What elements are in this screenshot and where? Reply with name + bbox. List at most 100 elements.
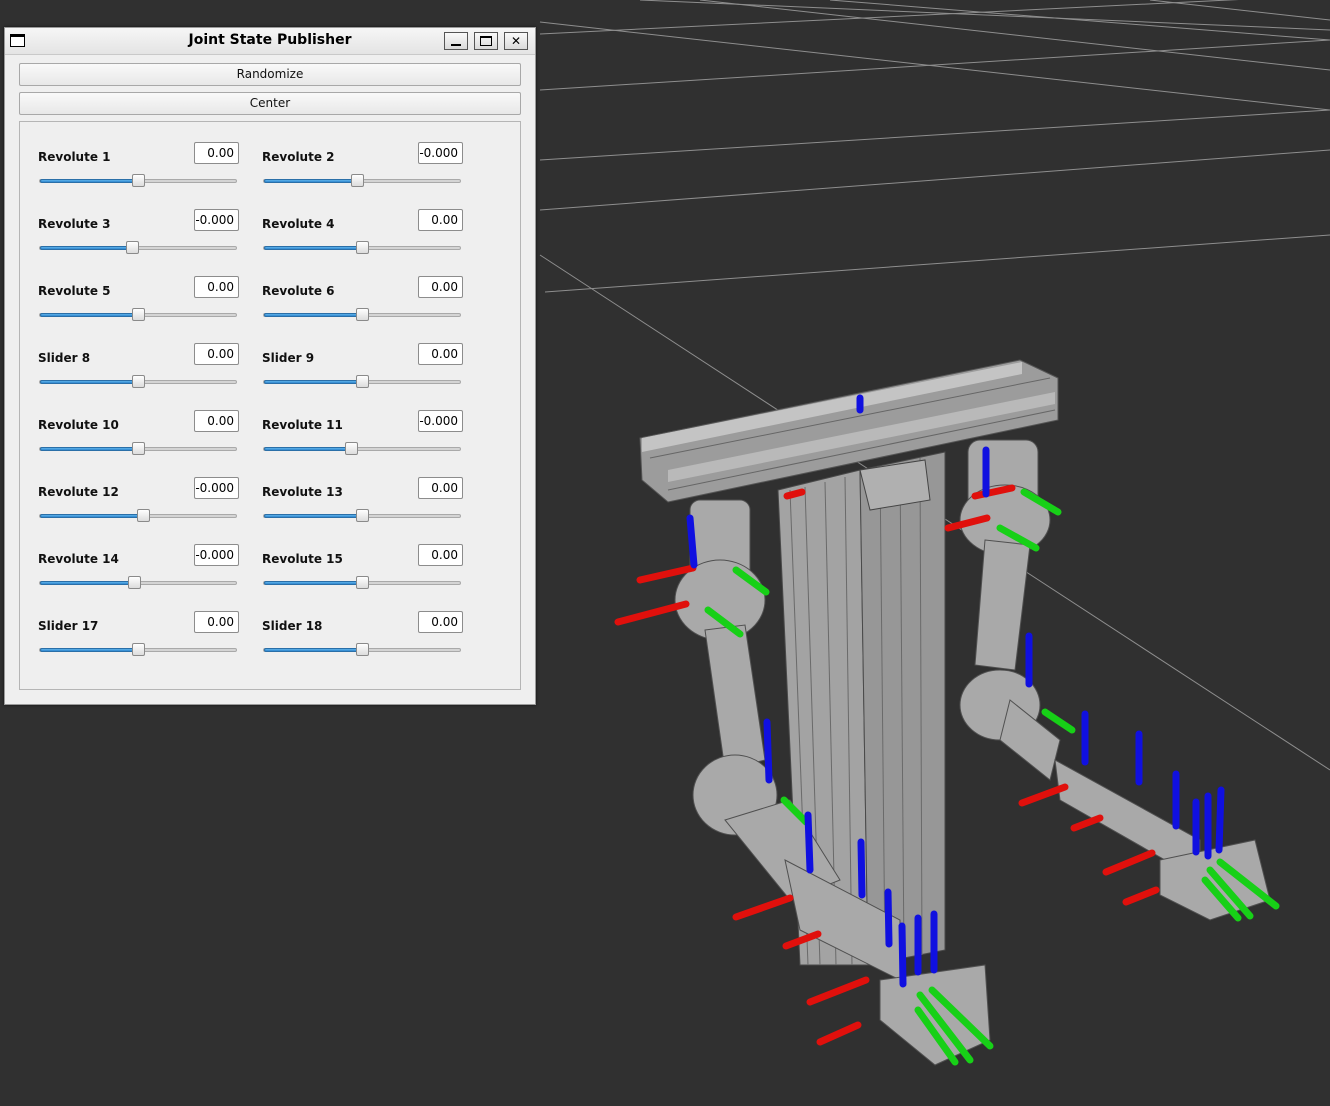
joint-slider[interactable] [38, 509, 238, 523]
joint-label: Revolute 5 [38, 284, 111, 298]
joint-slider[interactable] [38, 308, 238, 322]
slider-handle[interactable] [132, 442, 145, 455]
joint-value-field[interactable]: 0.00 [194, 276, 239, 298]
joint-value-field[interactable]: 0.00 [418, 477, 463, 499]
joint-slider[interactable] [38, 643, 238, 657]
joint-value-field[interactable]: -0.000 [194, 209, 239, 231]
joint-label: Slider 9 [262, 351, 315, 365]
joint-state-publisher-window: Joint State Publisher ✕ Randomize Center… [4, 27, 536, 705]
slider-handle[interactable] [132, 174, 145, 187]
joint-label: Revolute 14 [38, 552, 119, 566]
slider-fill [264, 179, 358, 183]
joint-slider[interactable] [38, 241, 238, 255]
joint-value-field[interactable]: 0.00 [194, 142, 239, 164]
slider-handle[interactable] [132, 375, 145, 388]
minimize-icon [451, 44, 461, 46]
joint-label: Revolute 3 [38, 217, 111, 231]
joint-label: Slider 17 [38, 619, 99, 633]
center-button[interactable]: Center [19, 92, 521, 115]
joint-label: Revolute 1 [38, 150, 111, 164]
joint-value-field[interactable]: 0.00 [418, 209, 463, 231]
joint-slider[interactable] [262, 375, 462, 389]
joint-label: Revolute 6 [262, 284, 335, 298]
joint-slider[interactable] [38, 375, 238, 389]
joint-slider[interactable] [262, 442, 462, 456]
joint-value-field[interactable]: 0.00 [194, 343, 239, 365]
slider-handle[interactable] [356, 241, 369, 254]
joint-slider[interactable] [262, 643, 462, 657]
slider-fill [264, 447, 352, 451]
slider-fill [40, 514, 144, 518]
joint-control-2: Revolute 2 -0.000 [262, 142, 463, 202]
slider-fill [264, 380, 363, 384]
joint-label: Revolute 11 [262, 418, 343, 432]
joint-control-9: Revolute 10 0.00 [38, 410, 239, 470]
joint-control-12: Revolute 13 0.00 [262, 477, 463, 537]
joint-slider[interactable] [262, 241, 462, 255]
joint-value-field[interactable]: 0.00 [418, 276, 463, 298]
joint-value-field[interactable]: 0.00 [418, 343, 463, 365]
title-bar[interactable]: Joint State Publisher ✕ [5, 28, 535, 55]
joint-label: Revolute 4 [262, 217, 335, 231]
slider-handle[interactable] [356, 509, 369, 522]
slider-handle[interactable] [356, 643, 369, 656]
slider-handle[interactable] [132, 308, 145, 321]
slider-handle[interactable] [128, 576, 141, 589]
joint-value-field[interactable]: 0.00 [194, 410, 239, 432]
joint-control-3: Revolute 3 -0.000 [38, 209, 239, 269]
maximize-button[interactable] [474, 32, 498, 50]
joint-value-field[interactable]: 0.00 [418, 544, 463, 566]
slider-fill [264, 246, 363, 250]
maximize-icon [480, 36, 492, 46]
joint-slider[interactable] [262, 576, 462, 590]
joint-label: Revolute 12 [38, 485, 119, 499]
joint-slider[interactable] [262, 174, 462, 188]
slider-fill [264, 581, 363, 585]
slider-fill [40, 447, 139, 451]
joint-control-15: Slider 17 0.00 [38, 611, 239, 671]
joint-control-16: Slider 18 0.00 [262, 611, 463, 671]
joint-control-8: Slider 9 0.00 [262, 343, 463, 403]
slider-handle[interactable] [356, 308, 369, 321]
slider-fill [264, 514, 363, 518]
slider-handle[interactable] [137, 509, 150, 522]
slider-fill [40, 313, 139, 317]
slider-fill [40, 380, 139, 384]
joint-label: Revolute 13 [262, 485, 343, 499]
joint-value-field[interactable]: -0.000 [418, 142, 463, 164]
joint-slider[interactable] [38, 174, 238, 188]
slider-handle[interactable] [132, 643, 145, 656]
slider-handle[interactable] [126, 241, 139, 254]
joint-control-1: Revolute 1 0.00 [38, 142, 239, 202]
joint-control-10: Revolute 11 -0.000 [262, 410, 463, 470]
joint-control-6: Revolute 6 0.00 [262, 276, 463, 336]
slider-handle[interactable] [345, 442, 358, 455]
joint-slider[interactable] [262, 509, 462, 523]
slider-track [263, 447, 461, 451]
slider-handle[interactable] [351, 174, 364, 187]
slider-fill [40, 648, 139, 652]
slider-fill [264, 648, 363, 652]
joint-slider[interactable] [38, 442, 238, 456]
minimize-button[interactable] [444, 32, 468, 50]
joint-slider[interactable] [38, 576, 238, 590]
slider-fill [40, 581, 135, 585]
joint-value-field[interactable]: -0.000 [418, 410, 463, 432]
joint-slider[interactable] [262, 308, 462, 322]
slider-handle[interactable] [356, 375, 369, 388]
joint-label: Slider 18 [262, 619, 323, 633]
joint-control-11: Revolute 12 -0.000 [38, 477, 239, 537]
slider-handle[interactable] [356, 576, 369, 589]
joint-label: Revolute 15 [262, 552, 343, 566]
joint-control-14: Revolute 15 0.00 [262, 544, 463, 604]
joint-value-field[interactable]: 0.00 [418, 611, 463, 633]
joint-value-field[interactable]: -0.000 [194, 544, 239, 566]
joint-control-7: Slider 8 0.00 [38, 343, 239, 403]
joint-value-field[interactable]: -0.000 [194, 477, 239, 499]
randomize-button[interactable]: Randomize [19, 63, 521, 86]
joint-control-13: Revolute 14 -0.000 [38, 544, 239, 604]
slider-fill [264, 313, 363, 317]
joint-label: Revolute 10 [38, 418, 119, 432]
joint-value-field[interactable]: 0.00 [194, 611, 239, 633]
close-button[interactable]: ✕ [504, 32, 528, 50]
